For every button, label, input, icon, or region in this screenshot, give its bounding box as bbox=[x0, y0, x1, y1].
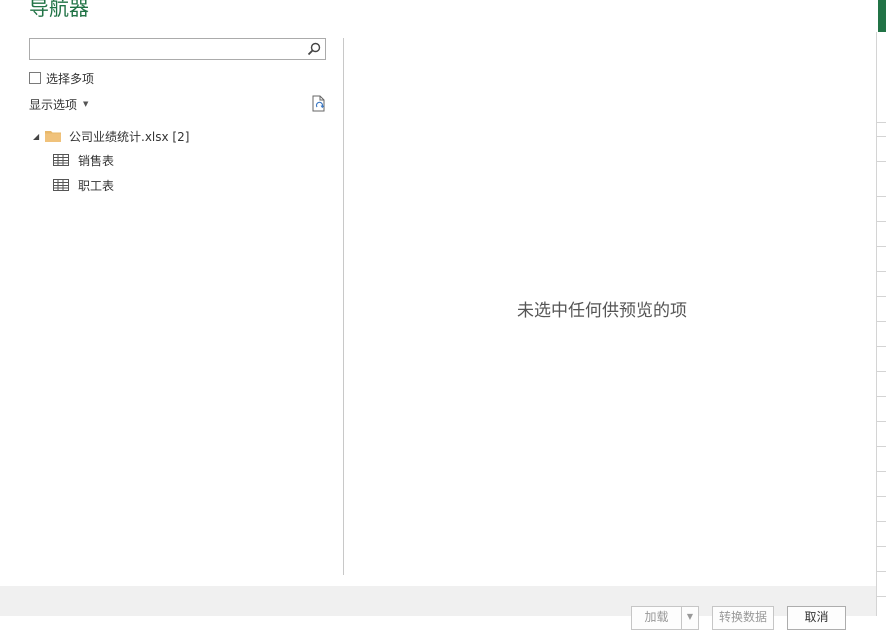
workbook-label: 公司业绩统计.xlsx [2] bbox=[69, 129, 190, 144]
grid-row-line bbox=[876, 546, 886, 547]
folder-icon bbox=[45, 131, 61, 142]
cancel-button[interactable]: 取消 bbox=[787, 606, 846, 630]
search-icon[interactable] bbox=[307, 42, 321, 56]
grid-row-line bbox=[876, 136, 886, 137]
dialog-title: 导航器 bbox=[29, 0, 89, 20]
preview-empty-message: 未选中任何供预览的项 bbox=[517, 301, 687, 321]
load-dropdown-button[interactable]: ▼ bbox=[681, 606, 699, 630]
display-options-dropdown[interactable]: 显示选项 ▼ bbox=[29, 96, 88, 112]
navigator-dialog: 导航器 选择多项 显示选项 ▼ ◢ 公司业绩统计.xlsx [2] 销售表 职工… bbox=[0, 0, 876, 630]
grid-row-line bbox=[876, 161, 886, 162]
refresh-icon[interactable] bbox=[311, 95, 327, 113]
grid-row-line bbox=[876, 321, 886, 322]
background-excel-window bbox=[876, 0, 886, 616]
grid-row-line bbox=[876, 521, 886, 522]
load-button[interactable]: 加载 bbox=[631, 606, 682, 630]
grid-row-line bbox=[876, 122, 886, 123]
grid-row-line bbox=[876, 421, 886, 422]
select-multiple-label: 选择多项 bbox=[46, 71, 95, 86]
search-box[interactable] bbox=[29, 38, 326, 60]
grid-row-line bbox=[876, 346, 886, 347]
tree-item-staff[interactable]: 职工表 bbox=[53, 176, 114, 194]
grid-row-line bbox=[876, 596, 886, 597]
table-icon bbox=[53, 179, 69, 191]
grid-row-line bbox=[876, 371, 886, 372]
grid-row-line bbox=[876, 446, 886, 447]
grid-row-line bbox=[876, 296, 886, 297]
grid-row-line bbox=[876, 471, 886, 472]
tree-item-label: 职工表 bbox=[78, 178, 115, 193]
grid-row-line bbox=[876, 571, 886, 572]
transform-data-button[interactable]: 转换数据 bbox=[712, 606, 774, 630]
tree-item-sales[interactable]: 销售表 bbox=[53, 151, 114, 169]
grid-row-line bbox=[876, 196, 886, 197]
grid-row-line bbox=[876, 396, 886, 397]
excel-ribbon-edge bbox=[878, 0, 886, 32]
grid-row-line bbox=[876, 496, 886, 497]
grid-row-line bbox=[876, 271, 886, 272]
checkbox-box[interactable] bbox=[29, 72, 41, 84]
caret-down-icon: ▼ bbox=[83, 100, 89, 108]
caret-down-icon: ▼ bbox=[686, 612, 694, 621]
select-multiple-checkbox[interactable]: 选择多项 bbox=[29, 70, 94, 86]
grid-row-line bbox=[876, 246, 886, 247]
table-icon bbox=[53, 154, 69, 166]
grid-row-line bbox=[876, 221, 886, 222]
expand-triangle-icon[interactable]: ◢ bbox=[33, 132, 43, 141]
search-input[interactable] bbox=[34, 41, 304, 59]
display-options-label: 显示选项 bbox=[29, 97, 78, 112]
tree-root-workbook[interactable]: ◢ 公司业绩统计.xlsx [2] bbox=[33, 127, 189, 145]
tree-item-label: 销售表 bbox=[78, 153, 115, 168]
grid-column-line bbox=[876, 32, 877, 616]
